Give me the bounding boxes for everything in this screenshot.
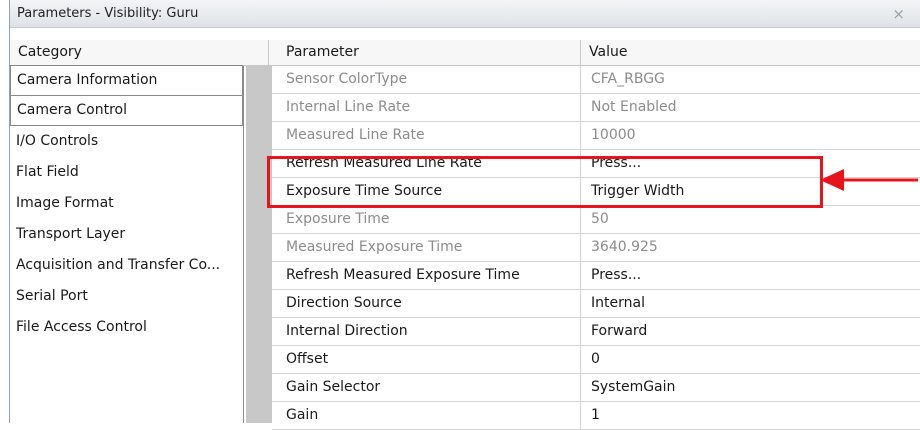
- parameter-name: Gain: [286, 407, 319, 423]
- gain-selector-select[interactable]: SystemGain: [580, 374, 911, 401]
- parameter-name: Measured Exposure Time: [286, 239, 463, 255]
- category-item-camera-control[interactable]: Camera Control: [10, 95, 243, 126]
- parameter-column-header[interactable]: Parameter: [268, 40, 581, 66]
- category-item-file-access-control[interactable]: File Access Control: [10, 312, 243, 343]
- parameter-row[interactable]: Direction Source Internal: [272, 290, 920, 318]
- category-item-serial-port[interactable]: Serial Port: [10, 281, 243, 312]
- parameter-name: Offset: [286, 351, 329, 367]
- parameter-name: Measured Line Rate: [286, 127, 425, 143]
- parameter-name: Exposure Time: [286, 211, 390, 227]
- internal-direction-select[interactable]: Forward: [580, 318, 911, 345]
- parameters-window: Parameters - Visibility: Guru × Category…: [10, 0, 920, 430]
- category-item-io-controls[interactable]: I/O Controls: [10, 126, 243, 157]
- parameter-row[interactable]: Refresh Measured Exposure Time Press...: [272, 262, 920, 290]
- parameter-row[interactable]: Gain 1: [272, 402, 920, 430]
- parameter-value: Not Enabled: [580, 94, 911, 121]
- parameter-row[interactable]: Gain Selector SystemGain: [272, 374, 920, 402]
- annotation-arrow-icon: [820, 169, 918, 191]
- parameter-row[interactable]: Offset 0: [272, 346, 920, 374]
- parameter-name: Internal Direction: [286, 323, 408, 339]
- parameter-name: Refresh Measured Exposure Time: [286, 267, 520, 283]
- parameter-name: Internal Line Rate: [286, 99, 411, 115]
- offset-input[interactable]: 0: [580, 346, 911, 373]
- gain-input[interactable]: 1: [580, 402, 911, 429]
- annotation-highlight-box: [267, 156, 823, 208]
- category-item-image-format[interactable]: Image Format: [10, 188, 243, 219]
- parameter-row[interactable]: Sensor ColorType CFA_RBGG: [272, 66, 920, 94]
- title-bar: Parameters - Visibility: Guru ×: [10, 0, 920, 28]
- category-item-camera-information[interactable]: Camera Information: [10, 65, 243, 96]
- parameter-row[interactable]: Measured Exposure Time 3640.925: [272, 234, 920, 262]
- window-title: Parameters - Visibility: Guru: [17, 6, 199, 21]
- row-gutter: [246, 66, 272, 423]
- window-edge: [0, 0, 10, 423]
- parameter-name: Gain Selector: [286, 379, 381, 395]
- category-item-acquisition-transfer[interactable]: Acquisition and Transfer Co...: [10, 250, 243, 281]
- refresh-exposure-time-button[interactable]: Press...: [580, 262, 911, 289]
- category-item-transport-layer[interactable]: Transport Layer: [10, 219, 243, 250]
- direction-source-select[interactable]: Internal: [580, 290, 911, 317]
- parameter-name: Sensor ColorType: [286, 71, 408, 87]
- parameter-row[interactable]: Internal Direction Forward: [272, 318, 920, 346]
- parameter-value: 50: [580, 206, 911, 233]
- category-item-flat-field[interactable]: Flat Field: [10, 157, 243, 188]
- parameter-row[interactable]: Measured Line Rate 10000: [272, 122, 920, 150]
- parameter-value: 3640.925: [580, 234, 911, 261]
- parameter-value: CFA_RBGG: [580, 66, 911, 93]
- parameter-value: 10000: [580, 122, 911, 149]
- parameter-row[interactable]: Exposure Time 50: [272, 206, 920, 234]
- parameter-row[interactable]: Internal Line Rate Not Enabled: [272, 94, 920, 122]
- category-list: Camera Information Camera Control I/O Co…: [10, 65, 244, 423]
- value-column-header[interactable]: Value: [580, 40, 920, 66]
- category-column-header: Category: [10, 40, 268, 66]
- close-icon[interactable]: ×: [892, 5, 905, 23]
- parameter-grid: Sensor ColorType CFA_RBGG Internal Line R…: [272, 66, 920, 430]
- parameter-name: Direction Source: [286, 295, 402, 311]
